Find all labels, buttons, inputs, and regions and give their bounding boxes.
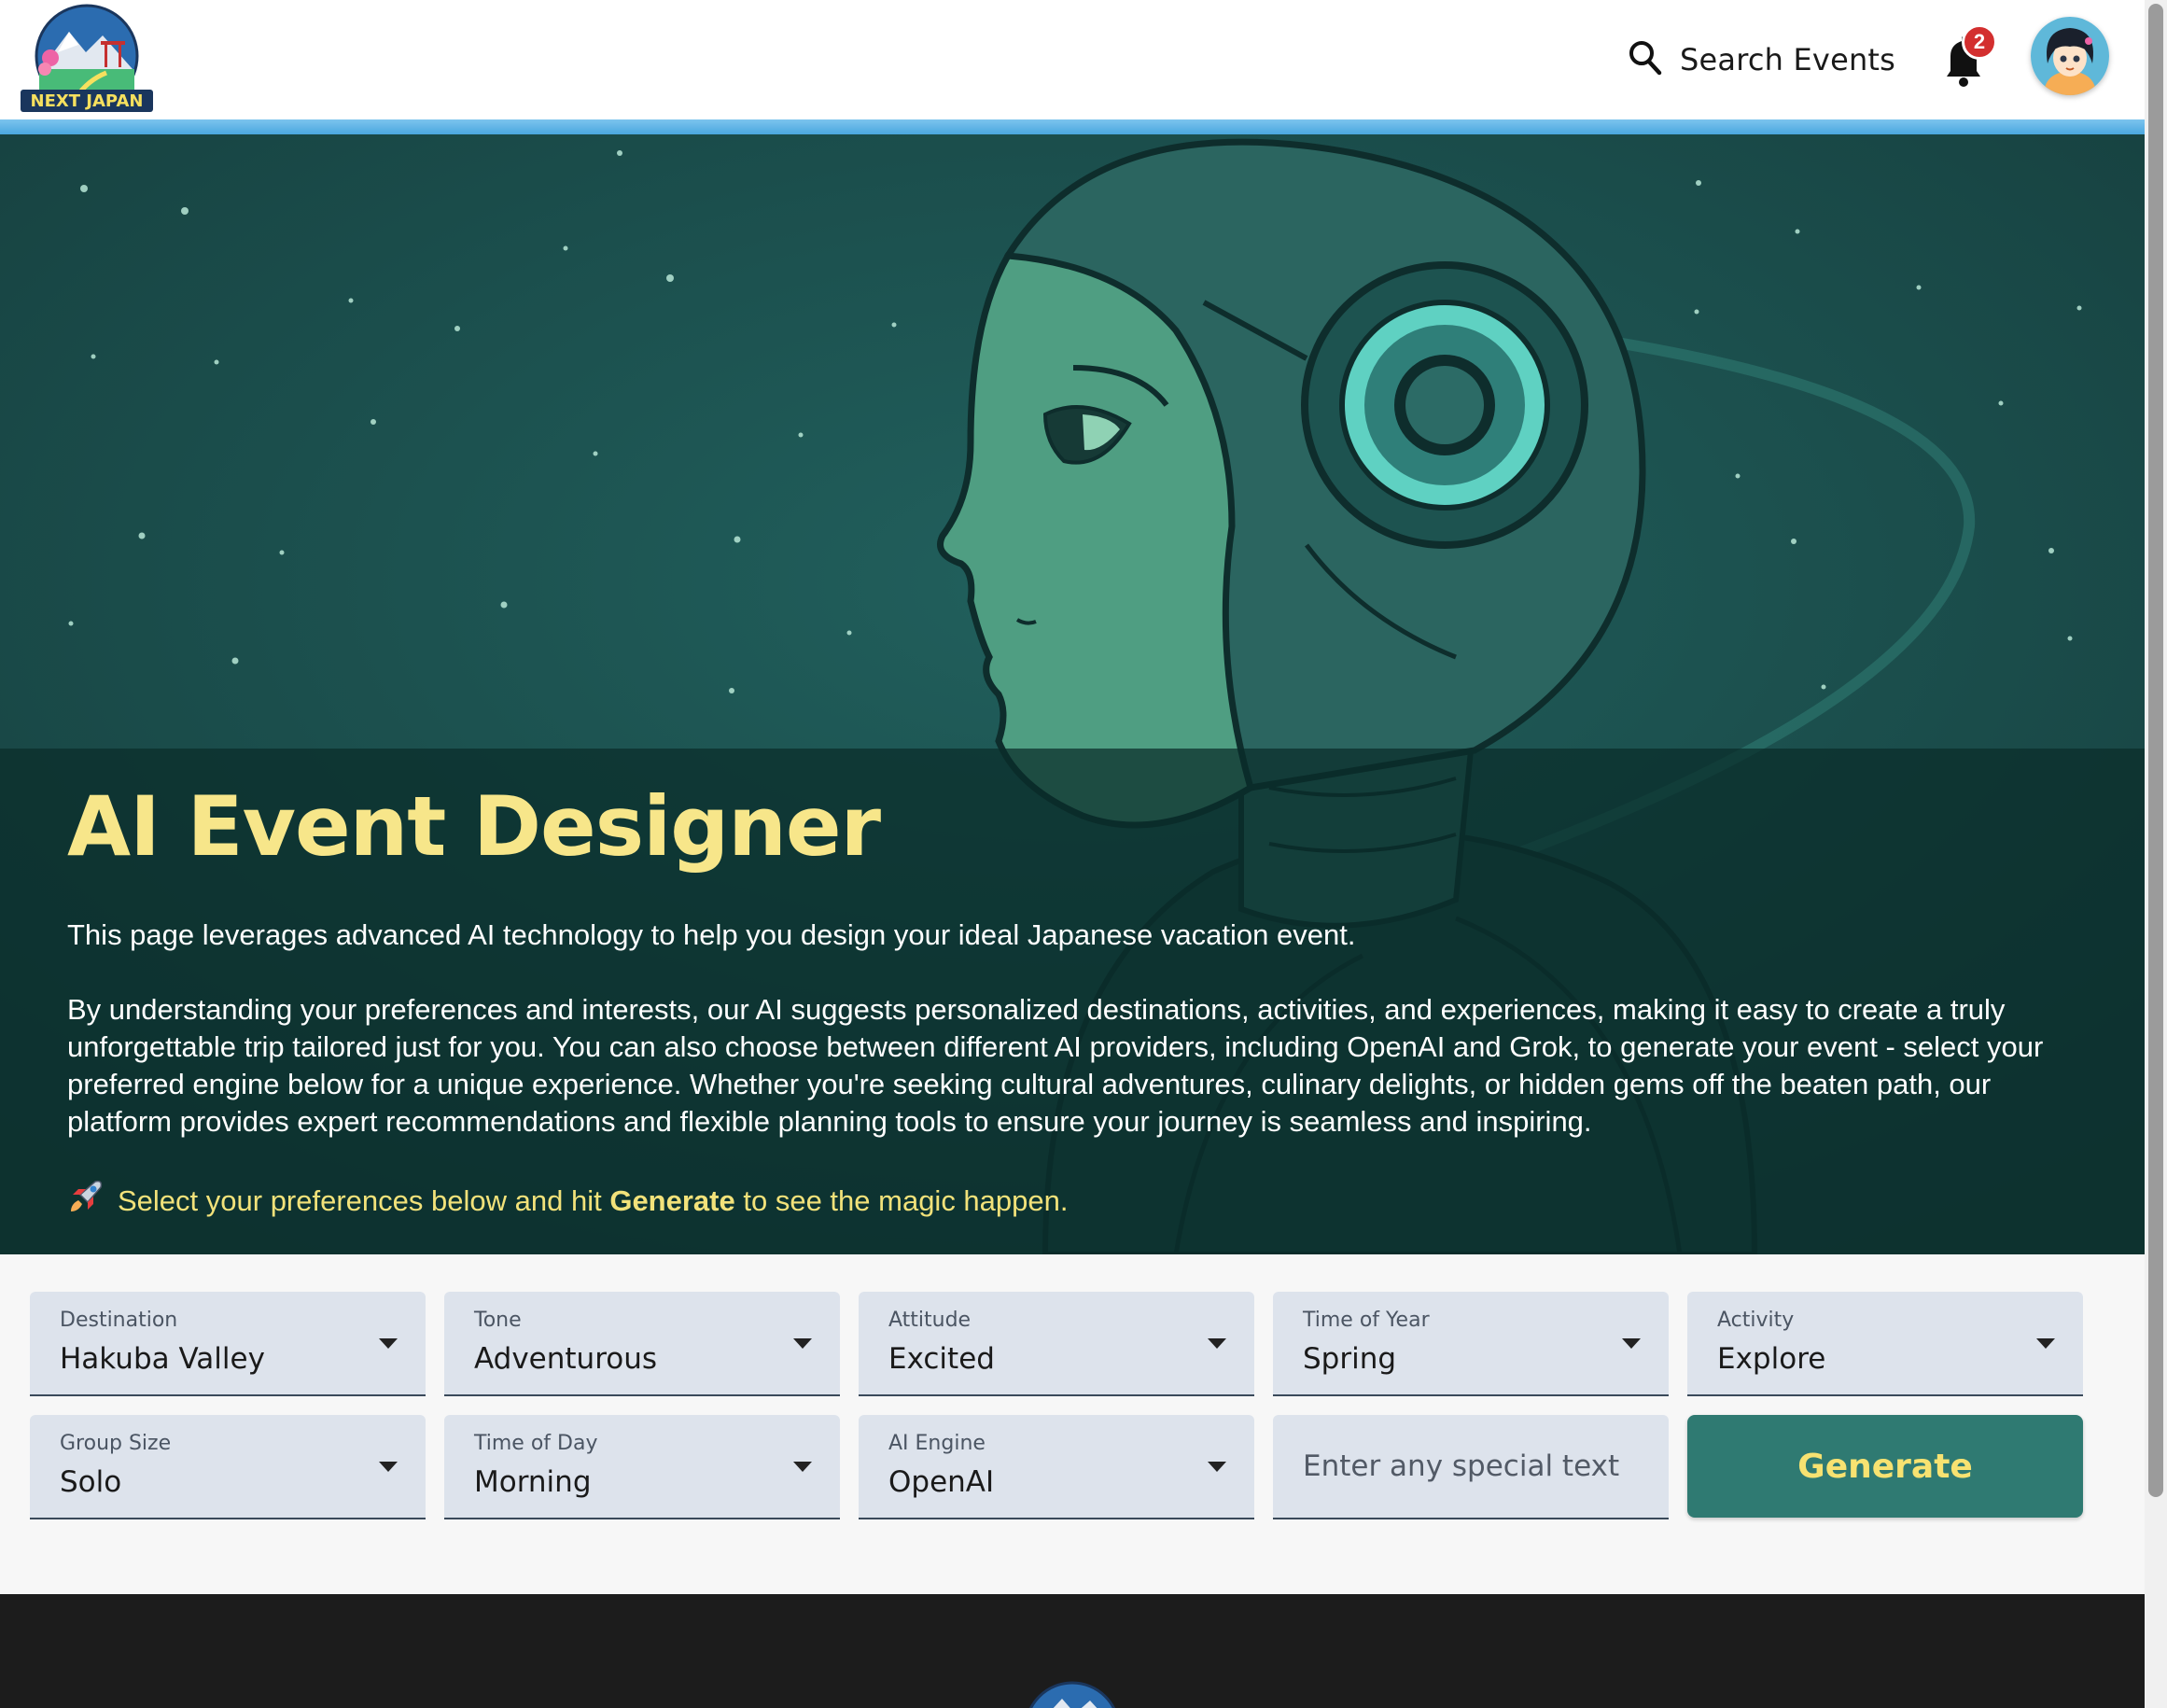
chevron-down-icon <box>793 1338 812 1349</box>
page-title: AI Event Designer <box>67 778 881 875</box>
ai-engine-label: AI Engine <box>888 1432 986 1455</box>
scrollbar-thumb[interactable] <box>2148 4 2163 1497</box>
time-of-day-select[interactable]: Time of Day Morning <box>444 1415 840 1519</box>
time-of-day-value: Morning <box>474 1465 592 1499</box>
next-japan-logo[interactable]: NEXT JAPAN <box>21 4 153 114</box>
hero-section: AI Event Designer This page leverages ad… <box>0 134 2145 1254</box>
tone-value: Adventurous <box>474 1342 658 1376</box>
hero-description-paragraph: By understanding your preferences and in… <box>67 993 2044 1138</box>
special-text-field <box>1273 1415 1669 1519</box>
group-size-value: Solo <box>60 1465 122 1499</box>
attitude-value: Excited <box>888 1342 995 1376</box>
vertical-scrollbar[interactable] <box>2145 0 2167 1708</box>
tone-select[interactable]: Tone Adventurous <box>444 1292 840 1396</box>
header-accent-stripe <box>0 119 2145 134</box>
hero-intro-paragraph: This page leverages advanced AI technolo… <box>67 918 1356 951</box>
chevron-down-icon <box>2036 1338 2055 1349</box>
footer-logo[interactable] <box>1017 1674 1127 1708</box>
chevron-down-icon <box>1208 1462 1226 1472</box>
search-events-label: Search Events <box>1680 42 1896 77</box>
footer <box>0 1594 2145 1708</box>
search-events-button[interactable]: Search Events <box>1628 34 1895 86</box>
search-icon <box>1628 39 1663 81</box>
destination-select[interactable]: Destination Hakuba Valley <box>30 1292 426 1396</box>
chevron-down-icon <box>793 1462 812 1472</box>
cta-text-before: Select your preferences below and hit <box>118 1184 602 1217</box>
hero-call-to-action: Select your preferences below and hit Ge… <box>67 1178 1069 1225</box>
attitude-select[interactable]: Attitude Excited <box>859 1292 1254 1396</box>
cta-generate-emphasis: Generate <box>609 1184 735 1217</box>
time-of-year-label: Time of Year <box>1303 1309 1430 1332</box>
chevron-down-icon <box>379 1338 398 1349</box>
attitude-label: Attitude <box>888 1309 972 1332</box>
group-size-select[interactable]: Group Size Solo <box>30 1415 426 1519</box>
chevron-down-icon <box>1208 1338 1226 1349</box>
rocket-icon <box>67 1178 105 1225</box>
generate-button[interactable]: Generate <box>1687 1415 2083 1518</box>
notification-count-badge: 2 <box>1962 24 1997 60</box>
ai-engine-value: OpenAI <box>888 1465 995 1499</box>
ai-engine-select[interactable]: AI Engine OpenAI <box>859 1415 1254 1519</box>
time-of-year-value: Spring <box>1303 1342 1397 1376</box>
chevron-down-icon <box>379 1462 398 1472</box>
time-of-day-label: Time of Day <box>474 1432 598 1455</box>
cta-text-after: to see the magic happen. <box>743 1184 1069 1217</box>
activity-select[interactable]: Activity Explore <box>1687 1292 2083 1396</box>
activity-label: Activity <box>1717 1309 1795 1332</box>
tone-label: Tone <box>474 1309 522 1332</box>
preferences-form: Destination Hakuba Valley Tone Adventuro… <box>0 1254 2145 1594</box>
time-of-year-select[interactable]: Time of Year Spring <box>1273 1292 1669 1396</box>
destination-label: Destination <box>60 1309 178 1332</box>
page: NEXT JAPAN Search Events 2 AI Event Desi… <box>0 0 2145 1708</box>
activity-value: Explore <box>1717 1342 1826 1376</box>
special-text-input[interactable] <box>1273 1415 1669 1518</box>
group-size-label: Group Size <box>60 1432 172 1455</box>
user-avatar[interactable] <box>2031 17 2109 95</box>
top-header: NEXT JAPAN Search Events 2 <box>0 0 2145 119</box>
chevron-down-icon <box>1622 1338 1641 1349</box>
logo-text: NEXT JAPAN <box>31 91 144 111</box>
destination-value: Hakuba Valley <box>60 1342 265 1376</box>
